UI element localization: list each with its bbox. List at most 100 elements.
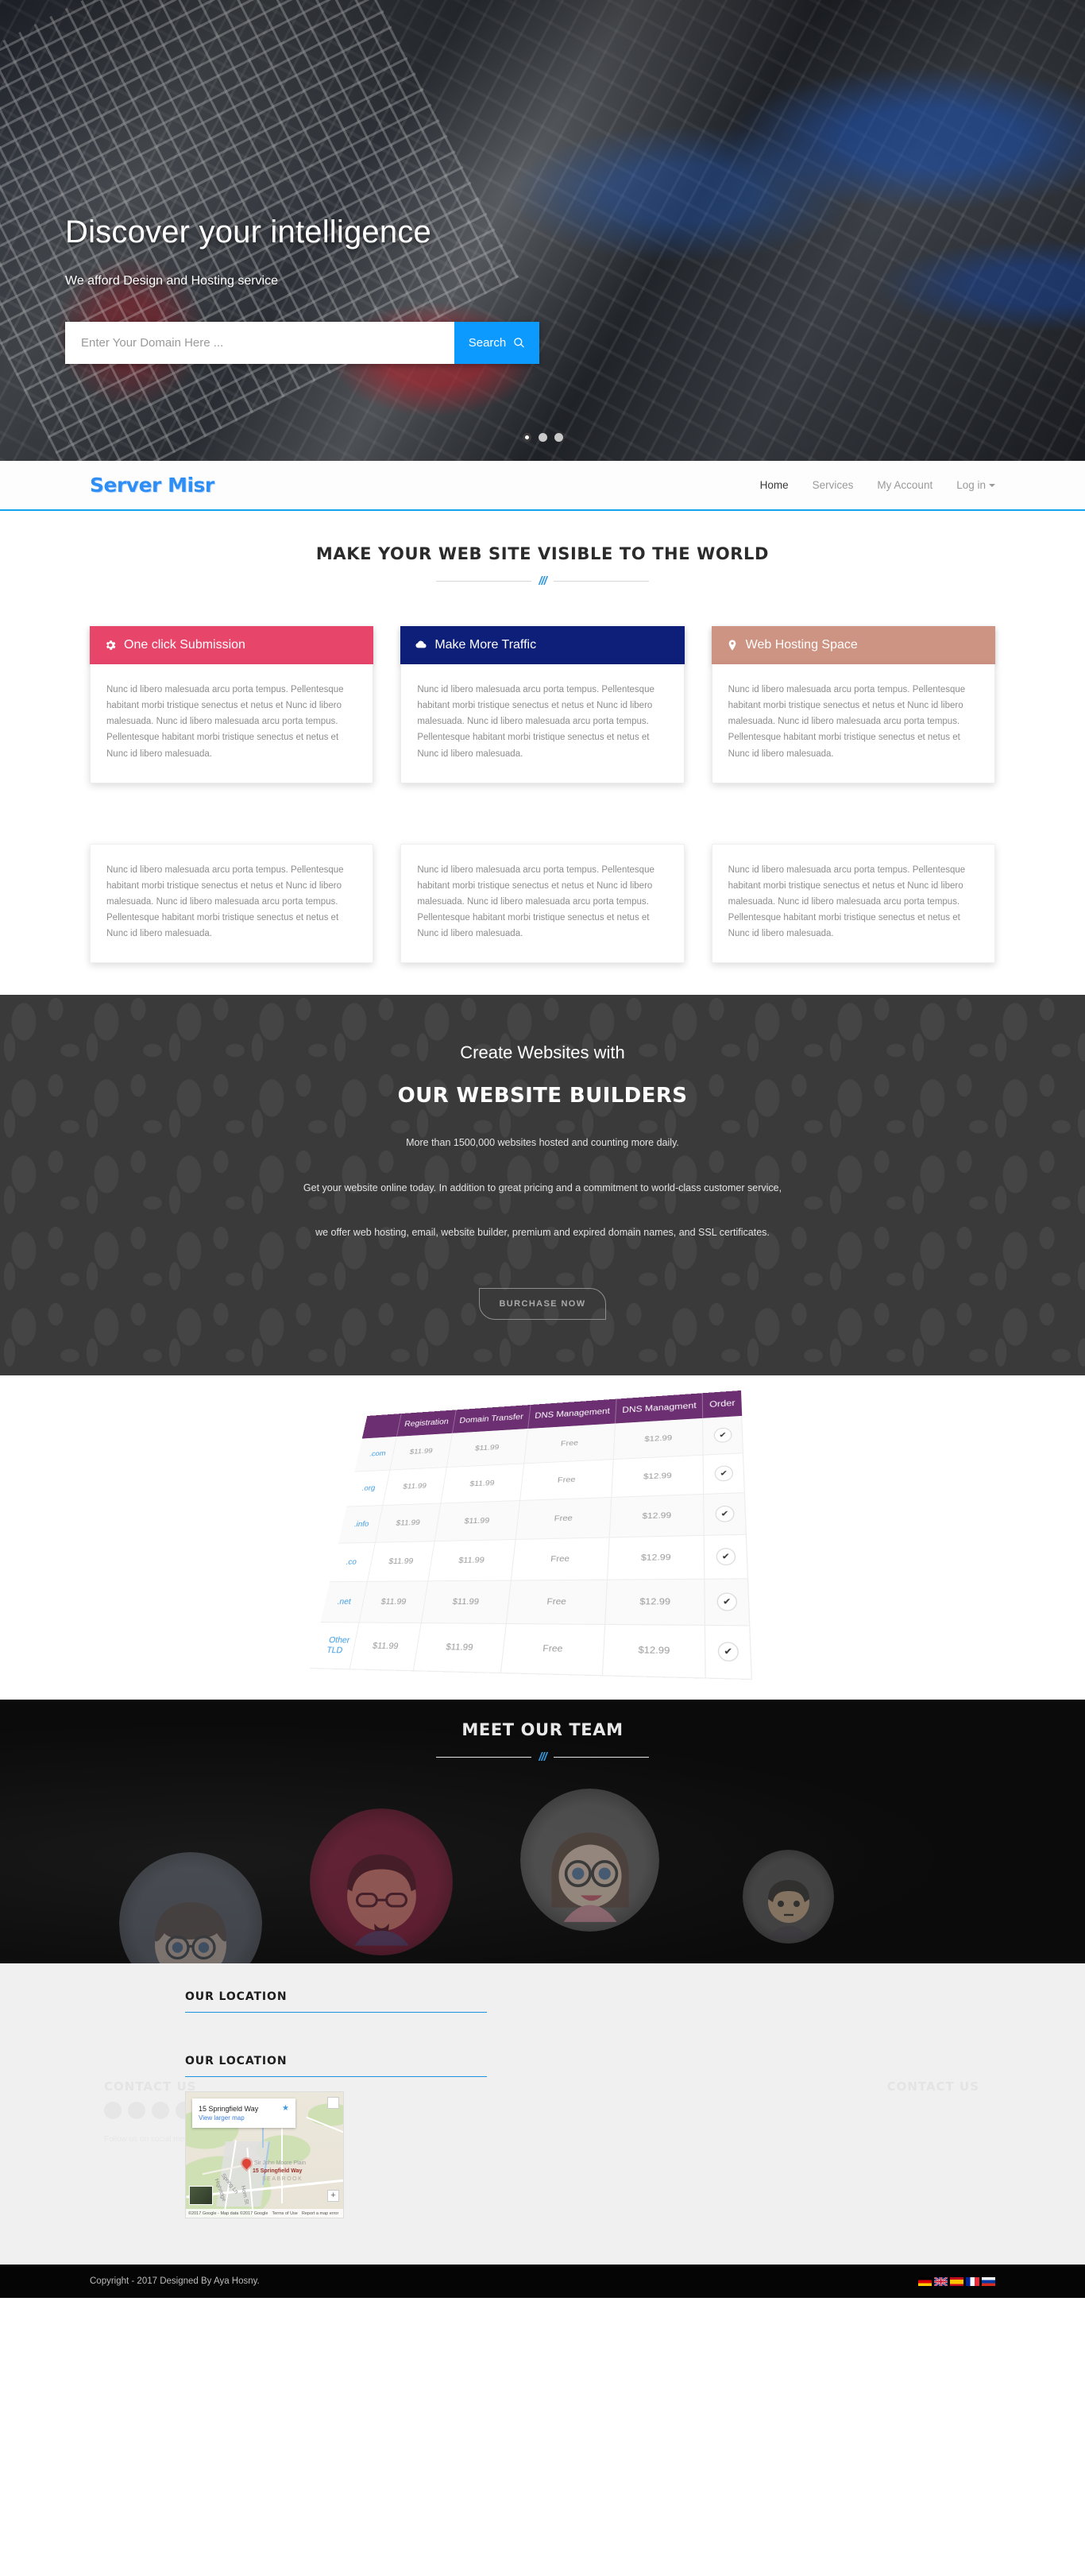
divider-line-left	[436, 581, 532, 582]
language-flags[interactable]	[918, 2276, 995, 2286]
check-icon[interactable]: ✔	[716, 1592, 738, 1611]
hero-subtitle: We afford Design and Hosting service	[65, 274, 278, 288]
feature-card-5: Nunc id libero malesuada arcu porta temp…	[400, 843, 685, 964]
cell-order[interactable]: ✔	[705, 1534, 749, 1580]
pricing-table-body: .com $11.99 $11.99 Free $12.99 ✔ .org $1…	[310, 1416, 753, 1680]
spain-flag-icon[interactable]	[950, 2276, 963, 2286]
avatar	[155, 1902, 226, 1964]
cell-order[interactable]: ✔	[704, 1492, 747, 1536]
map-streetview-control[interactable]	[327, 2097, 339, 2110]
features-title-block: MAKE YOUR WEB SITE VISIBLE TO THE WORLD …	[0, 511, 1085, 588]
cell-dns1: Free	[511, 1537, 610, 1581]
cell-order[interactable]: ✔	[705, 1625, 753, 1680]
feature-card-one-click-submission: One click Submission Nunc id libero male…	[90, 626, 374, 783]
check-icon[interactable]: ✔	[714, 1465, 734, 1483]
avatar	[767, 1880, 809, 1940]
feature-card-title: Web Hosting Space	[745, 638, 858, 652]
table-row: .co $11.99 $11.99 Free $12.99 ✔	[330, 1534, 749, 1583]
map-label-area: SEABROOK	[262, 2176, 303, 2183]
cell-dns1: Free	[523, 1423, 616, 1464]
search-icon	[514, 338, 525, 348]
feature-card-body: Nunc id libero malesuada arcu porta temp…	[400, 843, 685, 964]
map-satellite-thumbnail[interactable]	[189, 2186, 213, 2206]
cell-transfer: $11.99	[413, 1623, 507, 1673]
check-icon[interactable]: ✔	[715, 1506, 736, 1523]
feature-card-text: Nunc id libero malesuada arcu porta temp…	[417, 864, 654, 939]
feature-card-text: Nunc id libero malesuada arcu porta temp…	[106, 864, 344, 939]
feature-card-title: One click Submission	[124, 638, 245, 652]
search-button[interactable]: Search	[454, 322, 539, 364]
builders-line-1: More than 1500,000 websites hosted and c…	[406, 1137, 679, 1149]
carousel-dots[interactable]	[0, 433, 1085, 442]
team-member-avatar-1[interactable]	[119, 1852, 262, 1964]
contact-us-ghost-right: CONTACT US	[886, 2079, 979, 2094]
team-member-avatar-4[interactable]	[743, 1850, 834, 1944]
cell-dns1: Free	[500, 1623, 606, 1677]
star-icon[interactable]: ★	[282, 2104, 289, 2113]
cell-dns2: $12.99	[609, 1494, 705, 1538]
cell-transfer: $11.99	[434, 1500, 520, 1542]
nav-item-log-in[interactable]: Log in	[956, 479, 995, 491]
builders-title: OUR WEBSITE BUILDERS	[397, 1084, 688, 1108]
france-flag-icon[interactable]	[966, 2276, 979, 2286]
map-terms-link[interactable]: Terms of Use	[272, 2211, 297, 2216]
contact-us-ghost-left: CONTACT US	[104, 2079, 197, 2094]
feature-card-body: Nunc id libero malesuada arcu porta temp…	[90, 664, 374, 783]
google-map-embed[interactable]: 15 Springfield Way ★ View larger map Sir…	[185, 2091, 344, 2219]
germany-flag-icon[interactable]	[918, 2276, 932, 2286]
cell-registration: $11.99	[349, 1623, 422, 1672]
carousel-dot-3[interactable]	[554, 433, 563, 442]
nav-item-my-account[interactable]: My Account	[877, 479, 932, 491]
feature-card-body: Nunc id libero malesuada arcu porta temp…	[400, 664, 685, 783]
team-title: MEET OUR TEAM	[461, 1720, 624, 1740]
map-label-address: 15 Springfield Way	[253, 2168, 303, 2175]
facebook-icon[interactable]	[104, 2102, 122, 2120]
map-card-title-row: 15 Springfield Way ★	[199, 2104, 289, 2113]
map-zoom-in-button[interactable]: +	[327, 2190, 339, 2203]
cell-transfer: $11.99	[427, 1539, 516, 1582]
russia-flag-icon[interactable]	[982, 2276, 995, 2286]
social-caption: Follow us on social media	[104, 2135, 195, 2145]
feature-card-text: Nunc id libero malesuada arcu porta temp…	[417, 685, 654, 759]
cell-order[interactable]: ✔	[705, 1579, 751, 1626]
map-info-card[interactable]: 15 Springfield Way ★ View larger map	[192, 2098, 295, 2129]
table-row: .net $11.99 $11.99 Free $12.99 ✔	[320, 1579, 751, 1626]
feature-card-text: Nunc id libero malesuada arcu porta temp…	[728, 685, 966, 759]
feature-card-4: Nunc id libero malesuada arcu porta temp…	[90, 843, 374, 964]
team-section: MEET OUR TEAM ///	[0, 1700, 1085, 1964]
check-icon[interactable]: ✔	[717, 1642, 739, 1662]
cell-order[interactable]: ✔	[703, 1416, 744, 1456]
map-view-larger-link[interactable]: View larger map	[199, 2114, 289, 2122]
pricing-col-order: Order	[703, 1390, 743, 1419]
builders-line-3: we offer web hosting, email, website bui…	[315, 1227, 770, 1238]
purchase-now-button[interactable]: BURCHASE NOW	[479, 1288, 606, 1321]
cell-dns2: $12.99	[605, 1579, 706, 1626]
feature-card-body: Nunc id libero malesuada arcu porta temp…	[711, 664, 995, 783]
carousel-dot-2[interactable]	[538, 433, 547, 442]
check-icon[interactable]: ✔	[716, 1548, 736, 1566]
google-plus-icon[interactable]	[152, 2102, 169, 2120]
site-logo[interactable]: Server Misr	[90, 474, 214, 497]
feature-card-6: Nunc id libero malesuada arcu porta temp…	[711, 843, 995, 964]
cell-dns1: Free	[519, 1459, 614, 1501]
twitter-icon[interactable]	[128, 2102, 145, 2120]
nav-item-home[interactable]: Home	[760, 479, 789, 491]
team-member-avatar-2[interactable]	[310, 1808, 453, 1956]
domain-search-form[interactable]: Search	[65, 322, 539, 364]
map-label-plain: Sir John Moore Plain	[254, 2160, 306, 2167]
cell-registration: $11.99	[375, 1503, 441, 1543]
domain-search-input[interactable]	[65, 322, 454, 364]
social-icons[interactable]	[104, 2102, 193, 2120]
check-icon[interactable]: ✔	[713, 1427, 732, 1444]
our-location-heading-2: OUR LOCATION	[185, 2055, 487, 2078]
nav-item-services[interactable]: Services	[813, 479, 854, 491]
carousel-dot-1[interactable]	[522, 433, 531, 442]
cell-order[interactable]: ✔	[703, 1453, 746, 1495]
avatar	[550, 1832, 629, 1923]
title-divider: ///	[0, 1750, 1085, 1764]
map-report-link[interactable]: Report a map error	[302, 2211, 338, 2216]
pricing-section: Registration Domain Transfer DNS Managem…	[0, 1375, 1085, 1700]
united-kingdom-flag-icon[interactable]	[934, 2276, 948, 2286]
divider-line-right	[553, 581, 649, 582]
team-member-avatar-3[interactable]	[520, 1789, 659, 1932]
